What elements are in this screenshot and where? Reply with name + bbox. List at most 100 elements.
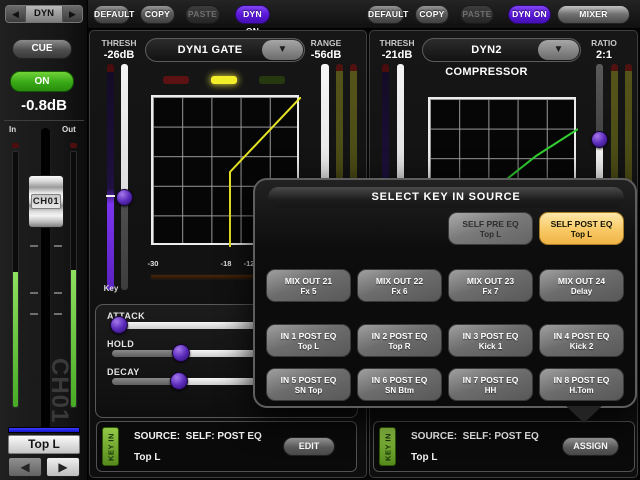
- dyn2-default-button[interactable]: DEFAULT: [367, 5, 404, 24]
- key-source-button[interactable]: IN 3 POST EQKick 1: [448, 324, 533, 357]
- channel-on-button[interactable]: ON: [10, 71, 74, 92]
- dyn2-keyin-source: SOURCE: SELF: POST EQ: [411, 431, 539, 442]
- key-source-line2: Top R: [358, 342, 441, 351]
- dyn1-key-thresh-tick: [106, 195, 115, 197]
- fader-tick: [30, 313, 38, 315]
- key-source-line1: MIX OUT 24: [540, 276, 623, 286]
- key-source-line2: Top L: [267, 342, 350, 351]
- dyn1-thresh-slider-track[interactable]: [121, 64, 128, 290]
- chevron-down-icon[interactable]: ▼: [262, 40, 303, 60]
- channel-prev-button[interactable]: ◀: [8, 457, 42, 477]
- dyn1-range-label: RANGE: [303, 38, 349, 48]
- dyn1-thresh-value: -26dB: [96, 49, 142, 61]
- key-source-button[interactable]: MIX OUT 21Fx 5: [266, 269, 351, 302]
- gate-led-yellow: [211, 76, 237, 84]
- popup-title: SELECT KEY IN SOURCE: [268, 187, 624, 208]
- dyn1-copy-button[interactable]: COPY: [140, 5, 175, 24]
- dyn2-type-value: DYN2 COMPRESSOR: [437, 39, 536, 61]
- key-source-line1: IN 1 POST EQ: [267, 331, 350, 341]
- dyn2-type-dropdown[interactable]: DYN2 COMPRESSOR ▼: [422, 38, 581, 62]
- dyn2-on-button[interactable]: DYN ON: [508, 5, 551, 24]
- fader-tick: [54, 313, 62, 315]
- fader-tick: [30, 292, 38, 294]
- hold-slider-knob[interactable]: [172, 344, 190, 362]
- dyn2-keyin-assign-button[interactable]: ASSIGN: [562, 437, 619, 456]
- dyn2-paste-button[interactable]: PASTE: [460, 5, 494, 24]
- dyn2-thresh-label: THRESH: [374, 38, 420, 48]
- key-source-line2: Fx 6: [358, 287, 441, 296]
- dyn1-key-meter: [107, 64, 114, 290]
- dyn2-ratio-label: RATIO: [583, 38, 625, 48]
- key-source-line1: IN 8 POST EQ: [540, 375, 623, 385]
- dyn2-ratio-slider-knob[interactable]: [591, 131, 608, 148]
- key-source-button[interactable]: MIX OUT 24Delay: [539, 269, 624, 302]
- dyn1-keyin-tab: KEY IN: [102, 427, 119, 466]
- dynamics-screen: DEFAULT COPY PASTE DYN ON DEFAULT COPY P…: [0, 0, 640, 480]
- key-source-button[interactable]: IN 6 POST EQSN Btm: [357, 368, 442, 401]
- key-source-line1: MIX OUT 21: [267, 276, 350, 286]
- key-source-line1: MIX OUT 23: [449, 276, 532, 286]
- key-in-source-popup: SELECT KEY IN SOURCE SELF PRE EQTop LSEL…: [253, 178, 637, 408]
- key-source-button[interactable]: SELF PRE EQTop L: [448, 212, 533, 245]
- key-source-button[interactable]: IN 8 POST EQH.Tom: [539, 368, 624, 401]
- key-source-button[interactable]: IN 1 POST EQTop L: [266, 324, 351, 357]
- out-clip-indicator: [70, 143, 77, 148]
- dyn2-thresh-value: -21dB: [374, 49, 420, 61]
- key-source-line2: Fx 5: [267, 287, 350, 296]
- dyn1-paste-button[interactable]: PASTE: [185, 5, 220, 24]
- fader-tick: [54, 245, 62, 247]
- dyn2-keyin-tab: KEY IN: [379, 427, 396, 466]
- dyn1-default-button[interactable]: DEFAULT: [93, 5, 130, 24]
- dyn1-key-clip: [107, 64, 114, 72]
- dyn2-copy-button[interactable]: COPY: [415, 5, 449, 24]
- key-source-line2: Fx 7: [449, 287, 532, 296]
- channel-next-button[interactable]: ▶: [46, 457, 80, 477]
- decay-slider-knob[interactable]: [170, 372, 188, 390]
- key-source-button[interactable]: IN 7 POST EQHH: [448, 368, 533, 401]
- dyn1-thresh-label: THRESH: [96, 38, 142, 48]
- dyn1-keyin-edit-button[interactable]: EDIT: [283, 437, 335, 456]
- key-source-line1: IN 5 POST EQ: [267, 375, 350, 385]
- cue-button[interactable]: CUE: [12, 39, 72, 59]
- key-source-line2: Kick 1: [449, 342, 532, 351]
- dyn1-keyin-source: SOURCE: SELF: POST EQ: [134, 431, 262, 442]
- dyn2-key-clip: [382, 64, 389, 72]
- dyn1-range-value: -56dB: [303, 49, 349, 61]
- dyn1-key-meter-label: Key: [99, 284, 123, 293]
- meter-in-label: In: [9, 125, 16, 134]
- dyn1-axis-label: -30: [143, 259, 163, 268]
- fader-level-readout: -0.8dB: [0, 97, 88, 114]
- dyn2-keyin-source-name: Top L: [411, 452, 437, 463]
- dyn2-keyin-box: KEY IN SOURCE: SELF: POST EQ Top L ASSIG…: [373, 421, 635, 472]
- key-source-button[interactable]: IN 2 POST EQTop R: [357, 324, 442, 357]
- dyn1-type-dropdown[interactable]: DYN1 GATE ▼: [145, 38, 305, 62]
- page-next-icon[interactable]: ▶: [63, 6, 82, 22]
- mixer-button[interactable]: MIXER: [557, 5, 630, 24]
- chevron-down-icon[interactable]: ▼: [538, 40, 579, 60]
- fader-tick: [54, 292, 62, 294]
- dyn1-on-button[interactable]: DYN ON: [235, 5, 270, 24]
- key-source-button[interactable]: MIX OUT 23Fx 7: [448, 269, 533, 302]
- key-source-line1: IN 2 POST EQ: [358, 331, 441, 341]
- fader-handle[interactable]: CH01: [28, 175, 64, 228]
- key-source-line2: HH: [449, 386, 532, 395]
- attack-slider-knob[interactable]: [110, 316, 128, 334]
- in-clip-indicator: [12, 143, 19, 148]
- page-selector-label: DYN: [25, 6, 63, 22]
- key-source-line1: IN 3 POST EQ: [449, 331, 532, 341]
- dyn2-ratio-value: 2:1: [583, 49, 625, 61]
- hold-label: HOLD: [107, 339, 134, 349]
- key-source-line2: Top L: [449, 230, 532, 239]
- key-source-button[interactable]: IN 4 POST EQKick 2: [539, 324, 624, 357]
- key-source-button[interactable]: MIX OUT 22Fx 6: [357, 269, 442, 302]
- key-source-button[interactable]: SELF POST EQTop L: [539, 212, 624, 245]
- dyn1-thresh-slider-knob[interactable]: [116, 189, 133, 206]
- key-source-line1: SELF POST EQ: [540, 219, 623, 229]
- channel-name-label[interactable]: Top L: [8, 435, 80, 454]
- key-source-button[interactable]: IN 5 POST EQSN Top: [266, 368, 351, 401]
- key-source-line1: IN 6 POST EQ: [358, 375, 441, 385]
- top-toolbar: DEFAULT COPY PASTE DYN ON DEFAULT COPY P…: [88, 0, 640, 29]
- dyn1-keyin-source-name: Top L: [134, 452, 160, 463]
- page-prev-icon[interactable]: ◀: [6, 6, 25, 22]
- key-source-line1: IN 4 POST EQ: [540, 331, 623, 341]
